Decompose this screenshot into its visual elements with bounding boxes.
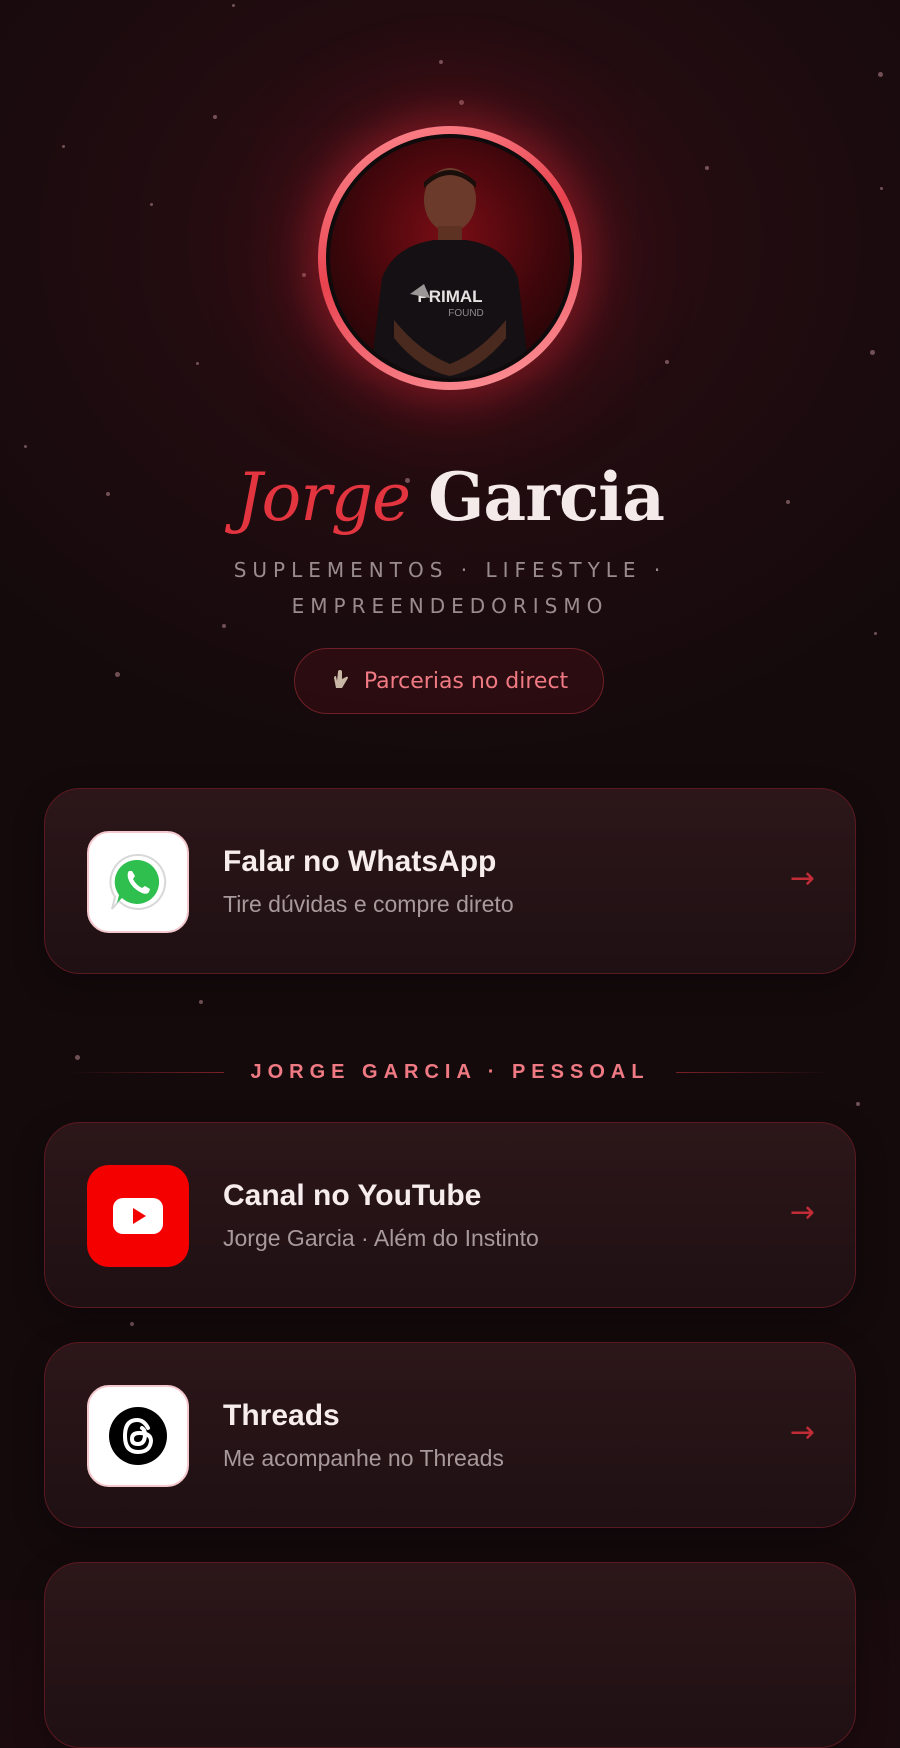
hand-icon — [330, 668, 352, 695]
arrow-right-icon: → — [789, 1195, 815, 1230]
link-card-whatsapp[interactable]: Falar no WhatsApp Tire dúvidas e compre … — [44, 788, 856, 974]
profile-last-name: Garcia — [428, 458, 665, 536]
profile-avatar: PRIMAL FOUND — [318, 126, 582, 390]
arrow-right-icon: → — [789, 1415, 815, 1450]
section-divider: JORGE GARCIA · PESSOAL — [70, 1056, 831, 1088]
partnership-pill-label: Parcerias no direct — [363, 668, 569, 694]
person-illustration: PRIMAL FOUND — [370, 168, 530, 378]
youtube-icon — [87, 1165, 189, 1267]
link-title: Falar no WhatsApp — [223, 845, 497, 878]
whatsapp-icon — [87, 831, 189, 933]
link-title: Threads — [223, 1399, 340, 1432]
link-subtitle: Jorge Garcia · Além do Instinto — [223, 1225, 539, 1251]
profile-name: Jorge Garcia — [0, 452, 900, 543]
link-card-threads[interactable]: Threads Me acompanhe no Threads → — [44, 1342, 856, 1528]
arrow-right-icon: → — [789, 861, 815, 896]
profile-tagline: SUPLEMENTOS · LIFESTYLE · EMPREENDEDORIS… — [233, 558, 667, 618]
link-card-youtube[interactable]: Canal no YouTube Jorge Garcia · Além do … — [44, 1122, 856, 1308]
threads-icon — [87, 1385, 189, 1487]
section-label: JORGE GARCIA · PESSOAL — [250, 1060, 650, 1083]
link-card-partial[interactable] — [44, 1562, 856, 1748]
avatar-photo: PRIMAL FOUND — [330, 138, 570, 378]
partnership-pill[interactable]: Parcerias no direct — [294, 648, 604, 714]
link-subtitle: Me acompanhe no Threads — [223, 1445, 504, 1471]
link-subtitle: Tire dúvidas e compre direto — [223, 891, 514, 917]
shirt-subtext: FOUND — [448, 308, 484, 319]
link-title: Canal no YouTube — [223, 1179, 482, 1212]
profile-first-name: Jorge — [236, 459, 411, 536]
